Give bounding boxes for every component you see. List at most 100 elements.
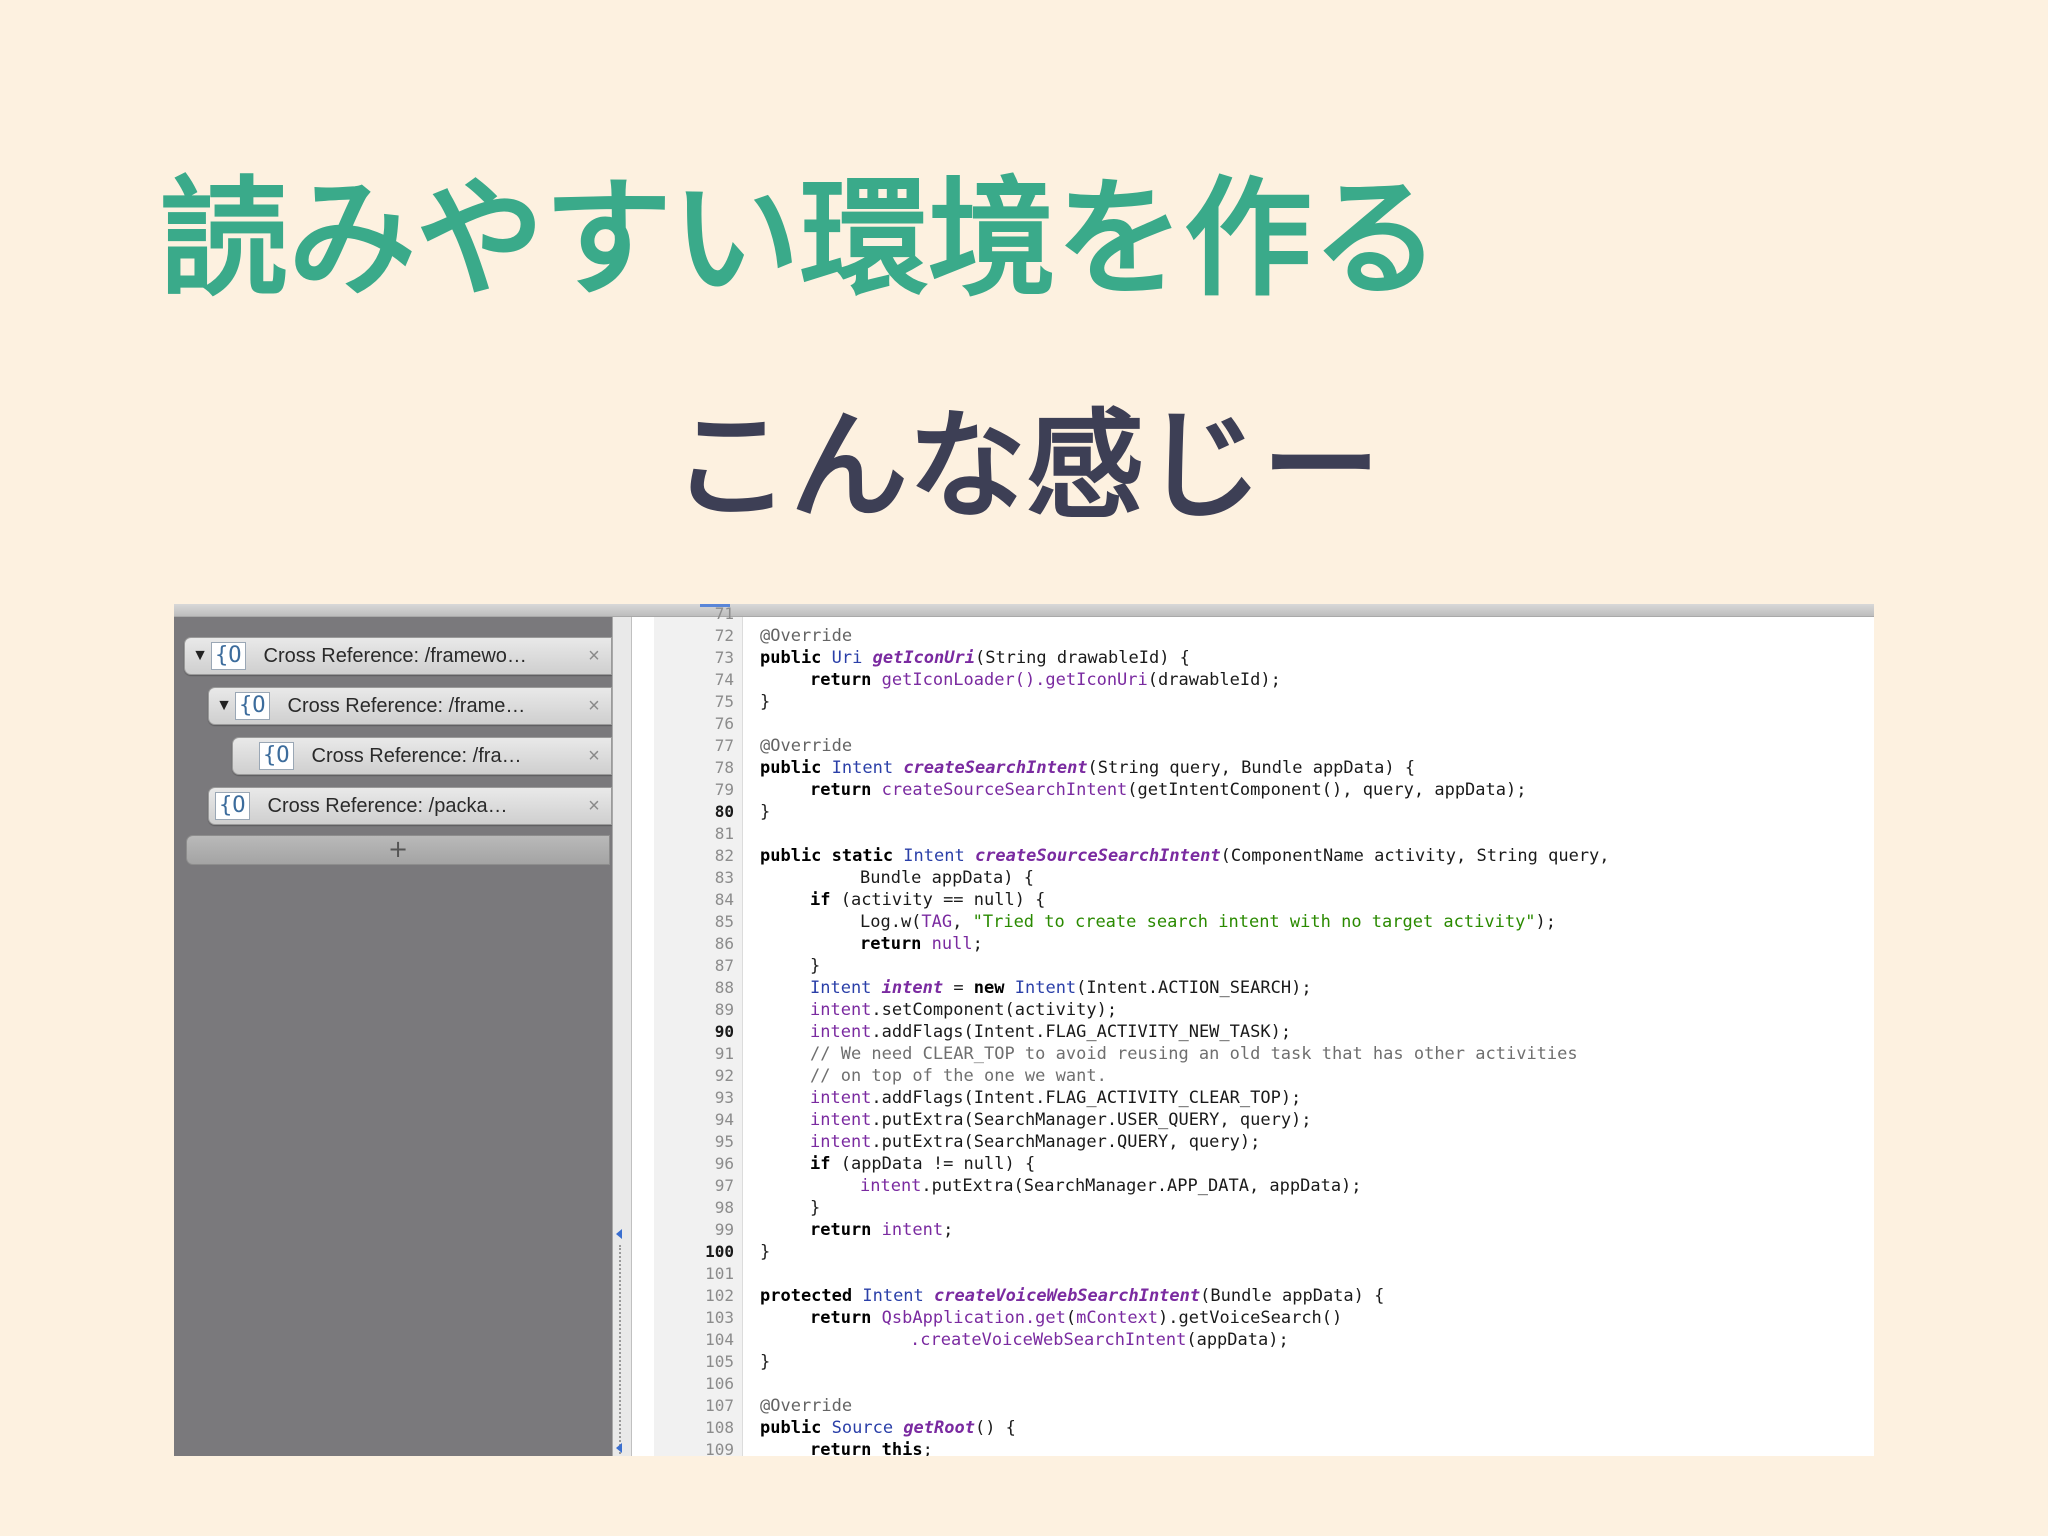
- code-token: Intent: [810, 978, 882, 998]
- code-line[interactable]: protected Intent createVoiceWebSearchInt…: [760, 1285, 1384, 1307]
- class-brace-icon: {O: [211, 642, 246, 670]
- code-token: Bundle appData) {: [860, 868, 1034, 888]
- code-line[interactable]: Bundle appData) {: [860, 867, 1034, 889]
- class-brace-icon: {O: [215, 792, 250, 820]
- code-token: ).getVoiceSearch(): [1158, 1308, 1343, 1328]
- expand-triangle-icon[interactable]: ▼: [191, 647, 209, 665]
- line-number: 77: [714, 736, 734, 755]
- code-token: getIconLoader().getIconUri: [881, 670, 1148, 690]
- cross-reference-tab-1[interactable]: ▼ {O Cross Reference: /framewo… ×: [184, 637, 612, 675]
- code-token: mContext: [1076, 1308, 1159, 1328]
- code-token: createVoiceWebSearchIntent: [934, 1286, 1201, 1306]
- splitter-grip[interactable]: [619, 1245, 625, 1456]
- code-token: (String drawableId) {: [974, 648, 1190, 668]
- code-token: Intent: [831, 758, 904, 778]
- code-line[interactable]: return createSourceSearchIntent(getInten…: [810, 779, 1526, 801]
- close-icon[interactable]: ×: [579, 645, 609, 668]
- code-line[interactable]: if (appData != null) {: [810, 1153, 1035, 1175]
- line-number: 109: [705, 1440, 734, 1456]
- code-token: (appData != null) {: [840, 1154, 1036, 1174]
- code-token: createSourceSearchIntent: [974, 846, 1221, 866]
- code-line[interactable]: if (activity == null) {: [810, 889, 1045, 911]
- code-token: getIconUri: [872, 648, 975, 668]
- code-line[interactable]: intent.putExtra(SearchManager.QUERY, que…: [810, 1131, 1260, 1153]
- line-number: 90: [714, 1022, 734, 1041]
- code-line[interactable]: @Override: [760, 735, 852, 757]
- code-line[interactable]: public Intent createSearchIntent(String …: [760, 757, 1415, 779]
- code-line[interactable]: intent.putExtra(SearchManager.USER_QUERY…: [810, 1109, 1312, 1131]
- line-number: 73: [714, 648, 734, 667]
- expand-triangle-icon[interactable]: ▼: [215, 697, 233, 715]
- line-number: 82: [714, 846, 734, 865]
- cross-reference-tab-3[interactable]: {O Cross Reference: /fra… ×: [232, 737, 612, 775]
- code-token: public: [760, 1418, 832, 1438]
- code-token: .putExtra(SearchManager.QUERY, query);: [871, 1132, 1261, 1152]
- class-brace-icon: {O: [235, 692, 270, 720]
- cross-reference-tab-2[interactable]: ▼ {O Cross Reference: /frame… ×: [208, 687, 612, 725]
- code-line[interactable]: @Override: [760, 1395, 852, 1417]
- pane-splitter[interactable]: [612, 617, 632, 1456]
- code-line[interactable]: public static Intent createSourceSearchI…: [760, 845, 1610, 867]
- code-line[interactable]: return getIconLoader().getIconUri(drawab…: [810, 669, 1281, 691]
- code-line[interactable]: // on top of the one we want.: [810, 1065, 1107, 1087]
- code-line[interactable]: // We need CLEAR_TOP to avoid reusing an…: [810, 1043, 1578, 1065]
- code-token: }: [760, 802, 771, 822]
- cross-reference-label: Cross Reference: /fra…: [311, 744, 522, 767]
- line-number: 100: [705, 1242, 734, 1261]
- code-line[interactable]: public Source getRoot() {: [760, 1417, 1016, 1439]
- code-line[interactable]: }: [760, 1351, 770, 1373]
- code-token: () {: [974, 1418, 1016, 1438]
- code-token: public: [760, 648, 832, 668]
- code-line[interactable]: return QsbApplication.get(mContext).getV…: [810, 1307, 1342, 1329]
- line-number: 107: [705, 1396, 734, 1415]
- code-token: ;: [922, 1440, 933, 1456]
- close-icon[interactable]: ×: [579, 795, 609, 818]
- line-number: 86: [714, 934, 734, 953]
- code-token: @Override: [760, 1396, 853, 1416]
- code-line[interactable]: intent.setComponent(activity);: [810, 999, 1117, 1021]
- code-line[interactable]: intent.addFlags(Intent.FLAG_ACTIVITY_CLE…: [810, 1087, 1301, 1109]
- code-line[interactable]: return intent;: [810, 1219, 953, 1241]
- code-line[interactable]: Log.w(TAG, "Tried to create search inten…: [860, 911, 1556, 933]
- code-token: return: [810, 780, 882, 800]
- code-line[interactable]: @Override: [760, 625, 852, 647]
- code-line[interactable]: }: [760, 691, 770, 713]
- code-token: // on top of the one we want.: [810, 1066, 1107, 1086]
- code-line[interactable]: intent.addFlags(Intent.FLAG_ACTIVITY_NEW…: [810, 1021, 1291, 1043]
- code-line[interactable]: return this;: [810, 1439, 933, 1456]
- code-line[interactable]: public Uri getIconUri(String drawableId)…: [760, 647, 1190, 669]
- collapse-left-arrow-icon-bottom[interactable]: [616, 1443, 622, 1453]
- code-token: Intent: [903, 846, 975, 866]
- code-token: return this: [810, 1440, 923, 1456]
- cross-reference-tab-4[interactable]: {O Cross Reference: /packa… ×: [208, 787, 612, 825]
- line-number: 74: [714, 670, 734, 689]
- code-token: getRoot: [903, 1418, 975, 1438]
- close-icon[interactable]: ×: [579, 745, 609, 768]
- code-editor[interactable]: @Override public Uri getIconUri(String dr…: [750, 617, 1874, 1456]
- code-line[interactable]: }: [810, 1197, 820, 1219]
- line-number: 79: [714, 780, 734, 799]
- line-number: 102: [705, 1286, 734, 1305]
- line-number: 101: [705, 1264, 734, 1283]
- code-token: if: [810, 890, 841, 910]
- line-number: 81: [714, 824, 734, 843]
- add-cross-reference-button[interactable]: +: [186, 835, 610, 865]
- code-line[interactable]: }: [760, 1241, 770, 1263]
- ide-screenshot: ▼ {O Cross Reference: /framewo… × ▼ {O C…: [174, 604, 1874, 1456]
- code-line[interactable]: return null;: [860, 933, 983, 955]
- code-line[interactable]: }: [810, 955, 820, 977]
- code-token: return: [810, 1220, 882, 1240]
- cross-reference-sidebar: ▼ {O Cross Reference: /framewo… × ▼ {O C…: [174, 617, 612, 1456]
- code-token: ;: [943, 1220, 954, 1240]
- line-number: 106: [705, 1374, 734, 1393]
- code-token: "Tried to create search intent with no t…: [972, 912, 1536, 932]
- code-token: if: [810, 1154, 841, 1174]
- collapse-left-arrow-icon[interactable]: [616, 1229, 622, 1239]
- code-token: public: [760, 758, 832, 778]
- code-line[interactable]: Intent intent = new Intent(Intent.ACTION…: [810, 977, 1312, 999]
- code-line[interactable]: .createVoiceWebSearchIntent(appData);: [910, 1329, 1289, 1351]
- code-line[interactable]: intent.putExtra(SearchManager.APP_DATA, …: [860, 1175, 1362, 1197]
- code-line[interactable]: }: [760, 801, 770, 823]
- slide-title: 読みやすい環境を作る: [160, 165, 1441, 314]
- close-icon[interactable]: ×: [579, 695, 609, 718]
